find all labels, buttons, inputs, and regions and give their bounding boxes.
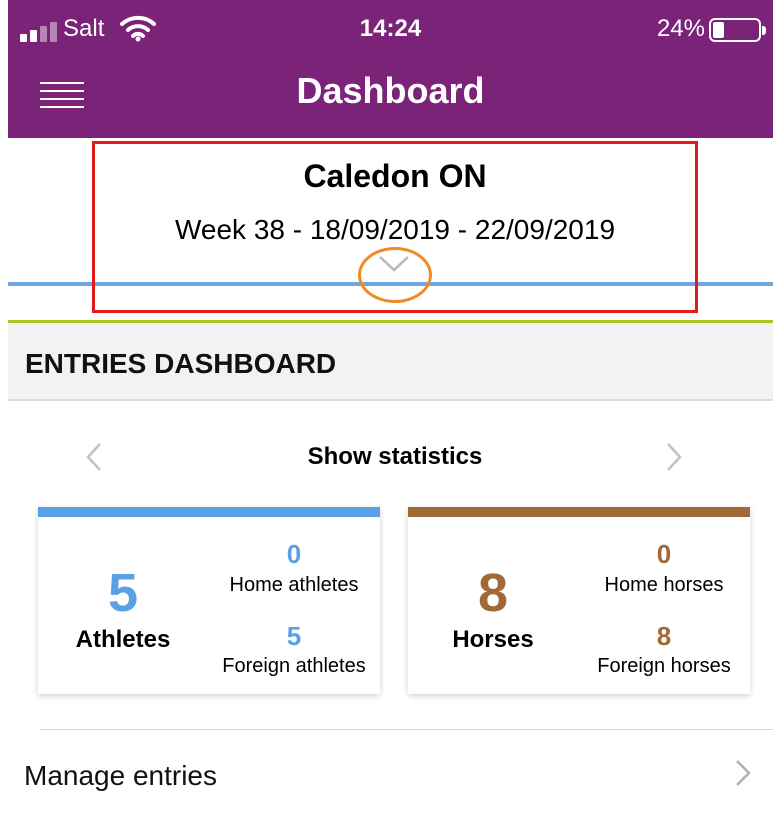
section-header: ENTRIES DASHBOARD xyxy=(8,323,773,401)
horses-total-label: Horses xyxy=(452,626,534,653)
home-horses-label: Home horses xyxy=(604,574,724,596)
horses-total: 8 xyxy=(477,563,509,623)
status-bar: Salt 14:24 24% xyxy=(8,0,773,58)
highlight-box xyxy=(92,141,698,313)
battery-percent: 24% xyxy=(656,15,705,42)
foreign-horses-value: 8 xyxy=(656,621,672,651)
show-statistics-label[interactable]: Show statistics xyxy=(0,443,773,471)
app-header: Salt 14:24 24% Dashboard xyxy=(8,0,773,138)
foreign-horses-label: Foreign horses xyxy=(597,655,731,677)
chevron-right-icon[interactable] xyxy=(662,440,686,474)
home-athletes-label: Home athletes xyxy=(229,574,359,596)
athletes-card[interactable]: 5 Athletes 0 Home athletes 5 Foreign ath… xyxy=(38,507,380,694)
manage-entries-row[interactable]: Manage entries xyxy=(8,740,773,818)
athletes-total: 5 xyxy=(107,563,139,623)
page-title: Dashboard xyxy=(296,70,485,111)
athletes-card-band xyxy=(38,507,380,517)
section-title: ENTRIES DASHBOARD xyxy=(25,348,337,379)
athletes-total-label: Athletes xyxy=(75,626,171,653)
foreign-athletes-label: Foreign athletes xyxy=(222,655,366,677)
manage-entries-label: Manage entries xyxy=(24,760,218,791)
home-horses-value: 0 xyxy=(656,539,672,569)
list-divider xyxy=(40,729,773,730)
home-athletes-value: 0 xyxy=(286,539,302,569)
horses-card[interactable]: 8 Horses 0 Home horses 8 Foreign horses xyxy=(408,507,750,694)
horses-card-band xyxy=(408,507,750,517)
battery-icon xyxy=(709,18,766,42)
foreign-athletes-value: 5 xyxy=(286,621,302,651)
chevron-right-icon xyxy=(736,760,751,786)
